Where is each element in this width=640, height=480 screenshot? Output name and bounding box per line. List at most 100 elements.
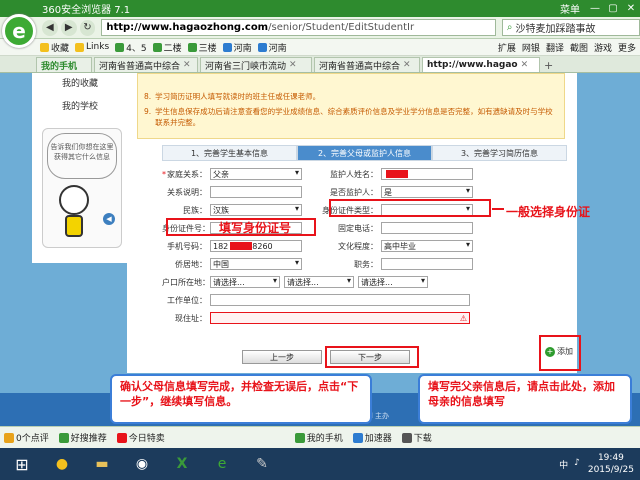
app-excel-icon[interactable]: X (164, 450, 200, 478)
add-callout: 填写完父亲信息后，请点击此处，添加母亲的信息填写 (418, 374, 632, 424)
download-icon (401, 432, 412, 443)
extensions-button[interactable]: 扩展 (498, 41, 516, 54)
volume-icon[interactable]: ♪ (574, 458, 580, 471)
refresh-icon[interactable]: ↻ (79, 19, 96, 36)
comments-item[interactable]: 0个点评 (4, 431, 49, 444)
menu-button[interactable]: 菜单 (560, 1, 580, 16)
bookmark-henan-2[interactable]: 河南 (257, 41, 287, 54)
games-button[interactable]: 游戏 (594, 41, 612, 54)
close-tab-icon[interactable]: ✕ (289, 60, 297, 70)
bookmark-links[interactable]: Links (75, 42, 109, 52)
warning-icon: ⚠ (459, 313, 467, 323)
app-folder-icon[interactable]: ▬ (84, 450, 120, 478)
workplace-row: 工作单位： (162, 293, 470, 307)
tab-henan-1[interactable]: 河南省普通高中综合 ✕ (94, 57, 198, 72)
download-item[interactable]: 下载 (401, 431, 432, 444)
ethnic-select[interactable]: 汉族 (210, 204, 302, 216)
page-icon (187, 42, 197, 52)
toolbar-right: 扩展 网银 翻译 截图 游戏 更多 (498, 41, 640, 54)
close-tab-icon[interactable]: ✕ (521, 60, 529, 70)
hukou-county-select[interactable]: 请选择... (358, 276, 428, 288)
confirm-callout: 确认父母信息填写完成，并检查无误后，点击“下一步”，继续填写信息。 (110, 374, 372, 424)
bookmark-4-5[interactable]: 4、5 (115, 41, 147, 54)
step-1[interactable]: 1、完善学生基本信息 (162, 145, 297, 161)
tab-henan-2[interactable]: 河南省普通高中综合 ✕ (314, 57, 420, 72)
close-tab-icon[interactable]: ✕ (403, 60, 411, 70)
bookmark-favorites[interactable]: 收藏 (40, 41, 69, 54)
comment-icon (4, 432, 14, 443)
my-phone-item[interactable]: 我的手机 (294, 431, 343, 444)
workplace-input[interactable] (210, 294, 470, 306)
ime-indicator[interactable]: 中 (559, 458, 568, 471)
url-input[interactable]: http://www.hagaozhong.com /senior/Studen… (101, 19, 496, 36)
minimize-button[interactable]: — (586, 3, 604, 14)
accelerator-item[interactable]: 加速器 (352, 431, 392, 444)
redacted-mark (386, 170, 408, 178)
browser-logo-icon: e (2, 14, 36, 48)
fixed-phone-input[interactable] (381, 222, 473, 234)
cartoon-face-icon (59, 185, 89, 215)
ethnic-row: 民族： 汉族 (162, 203, 302, 217)
sidebar-link-school[interactable]: 我的学校 (32, 89, 127, 112)
address-input[interactable]: ⚠ (210, 312, 470, 324)
ebank-button[interactable]: 网银 (522, 41, 540, 54)
app-360-icon[interactable]: e (204, 450, 240, 478)
mobile-input[interactable]: 182 8260 (210, 240, 302, 252)
translate-button[interactable]: 翻译 (546, 41, 564, 54)
left-sidebar: 我的收藏 我的学校 告诉我们你想在这里获得其它什么信息 ◀ (32, 73, 127, 263)
page-icon (152, 42, 162, 52)
forward-arrow-icon[interactable]: ▶ (60, 19, 77, 36)
tab-bar: 我的手机 河南省普通高中综合 ✕ 河南省三门峡市流动 ✕ 河南省普通高中综合 ✕ ht… (0, 56, 640, 73)
sidebar-link-favorites[interactable]: 我的收藏 (32, 73, 127, 89)
hukou-province-select[interactable]: 请选择... (210, 276, 280, 288)
app-browser-icon[interactable]: ● (44, 450, 80, 478)
back-arrow-icon[interactable]: ◀ (42, 19, 58, 36)
tab-my-phone[interactable]: 我的手机 (36, 57, 92, 72)
title-bar: 360安全浏览器 7.1 菜单 — ▢ ✕ (0, 0, 640, 17)
step-3[interactable]: 3、完善学习简历信息 (432, 145, 567, 161)
page-icon (222, 42, 232, 52)
id-type-arrow (492, 208, 504, 210)
bookmark-floor-3[interactable]: 三楼 (187, 41, 217, 54)
app-qq-icon[interactable]: ◉ (124, 450, 160, 478)
close-tab-icon[interactable]: ✕ (183, 60, 191, 70)
maximize-button[interactable]: ▢ (604, 3, 622, 14)
residence-select[interactable]: 中国 (210, 258, 302, 270)
guardian-name-input[interactable] (381, 168, 473, 180)
feedback-cartoon: 告诉我们你想在这里获得其它什么信息 ◀ (42, 128, 122, 248)
search-input[interactable]: ⌕ 沙特麦加踩踏事故 (501, 19, 640, 36)
arrow-left-icon[interactable]: ◀ (103, 213, 115, 225)
deals-item[interactable]: 今日特卖 (116, 431, 165, 444)
redacted-mark (230, 242, 253, 250)
recommend-item[interactable]: 好搜推荐 (58, 431, 107, 444)
tab-hagaozhong[interactable]: http://www.hagao ✕ (422, 57, 540, 72)
relation-desc-input[interactable] (210, 186, 302, 198)
gift-icon (116, 432, 127, 443)
screenshot-button[interactable]: 截图 (570, 41, 588, 54)
residence-row: 侨居地： 中国 (162, 257, 302, 271)
start-button-icon[interactable]: ⊞ (4, 450, 40, 478)
job-input[interactable] (381, 258, 473, 270)
app-tools-icon[interactable]: ✎ (244, 450, 280, 478)
step-2[interactable]: 2、完善父母或监护人信息 (297, 145, 432, 161)
prev-step-button[interactable]: 上一步 (242, 350, 322, 364)
address-bar: ◀ ▶ ↻ http://www.hagaozhong.com /senior/… (0, 17, 640, 39)
bookmark-floor-2[interactable]: 二楼 (152, 41, 182, 54)
clock[interactable]: 19:49 2015/9/25 (588, 452, 640, 476)
status-bar: 0个点评 好搜推荐 今日特卖 我的手机 加速器 下载 (0, 426, 640, 448)
hukou-city-select[interactable]: 请选择... (284, 276, 354, 288)
education-select[interactable]: 高中毕业 (381, 240, 473, 252)
tab-sanmenxia[interactable]: 河南省三门峡市流动 ✕ (200, 57, 312, 72)
close-button[interactable]: ✕ (622, 3, 640, 14)
more-button[interactable]: 更多 (618, 41, 636, 54)
is-guardian-select[interactable]: 是 (381, 186, 473, 198)
hukou-row: 户口所在地： 请选择... 请选择... 请选择... (162, 275, 428, 289)
id-type-highlight (329, 199, 491, 217)
cartoon-body-icon (65, 215, 83, 237)
relation-select[interactable]: 父亲 (210, 168, 302, 180)
page-icon (257, 42, 267, 52)
relation-desc-row: 关系说明： (162, 185, 302, 199)
bookmark-henan-1[interactable]: 河南 (222, 41, 252, 54)
new-tab-button[interactable]: + (544, 59, 553, 72)
speech-bubble: 告诉我们你想在这里获得其它什么信息 (47, 133, 117, 179)
